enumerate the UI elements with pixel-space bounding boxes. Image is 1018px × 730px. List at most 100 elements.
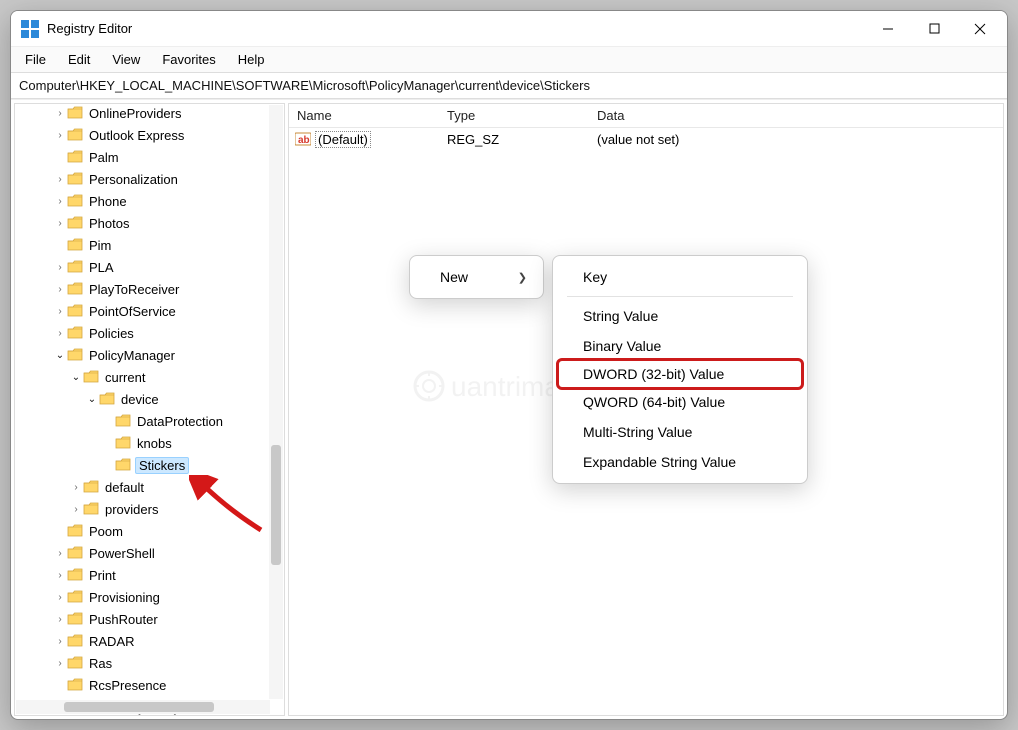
tree-item-poom[interactable]: Poom [17,520,282,542]
tree-item-pointofservice[interactable]: ›PointOfService [17,300,282,322]
tree-item-powershell[interactable]: › PowerShell [17,542,282,564]
chevron-right-icon[interactable]: › [53,570,67,581]
tree-item-print[interactable]: ›Print [17,564,282,586]
tree-list: ›OnlineProviders›Outlook ExpressPalm›Per… [15,103,284,716]
ctx-dword-value[interactable]: DWORD (32-bit) Value [556,358,804,390]
chevron-down-icon[interactable]: ⌄ [53,350,67,361]
tree-item-current[interactable]: ⌄current [17,366,282,388]
chevron-right-icon[interactable]: › [53,548,67,559]
tree-item-palm[interactable]: Palm [17,146,282,168]
chevron-right-icon[interactable]: › [69,482,83,493]
ctx-binary-value[interactable]: Binary Value [559,331,801,361]
ctx-string-value[interactable]: String Value [559,301,801,331]
value-data: (value not set) [589,132,1003,147]
menu-view[interactable]: View [102,49,150,70]
chevron-right-icon[interactable]: › [53,636,67,647]
chevron-right-icon[interactable]: › [53,108,67,119]
tree-vscroll-thumb[interactable] [271,445,281,565]
tree-item-label: RcsPresence [87,677,168,694]
chevron-down-icon[interactable]: ⌄ [69,372,83,383]
col-name[interactable]: Name [289,108,439,123]
tree-item-default[interactable]: ›default [17,476,282,498]
maximize-button[interactable] [911,13,957,45]
tree-item-providers[interactable]: ›providers [17,498,282,520]
menu-file[interactable]: File [15,49,56,70]
tree-item-pushrouter[interactable]: ›PushRouter [17,608,282,630]
tree-item-provisioning[interactable]: ›Provisioning [17,586,282,608]
folder-icon [115,414,131,428]
ctx-new[interactable]: New ❯ [416,262,537,292]
tree-item-label: PLA [87,259,116,276]
chevron-right-icon[interactable]: › [53,328,67,339]
tree-item-ras[interactable]: › Ras [17,652,282,674]
tree-item-label: PowerShell [87,545,157,562]
tree-item-phone[interactable]: ›Phone [17,190,282,212]
folder-icon [67,194,83,208]
chevron-right-icon[interactable]: › [53,592,67,603]
tree-vscroll[interactable] [269,105,283,699]
tree-item-rcspresence[interactable]: RcsPresence [17,674,282,696]
chevron-right-icon[interactable]: › [53,306,67,317]
tree-item-dataprotection[interactable]: DataProtection [17,410,282,432]
menu-help[interactable]: Help [228,49,275,70]
ctx-separator [567,296,793,297]
tree-item-knobs[interactable]: knobs [17,432,282,454]
folder-icon [67,590,83,604]
tree-item-label: PlayToReceiver [87,281,181,298]
menu-bar: File Edit View Favorites Help [11,47,1007,73]
tree-item-radar[interactable]: ›RADAR [17,630,282,652]
col-type[interactable]: Type [439,108,589,123]
ctx-key[interactable]: Key [559,262,801,292]
column-headers[interactable]: Name Type Data [289,104,1003,128]
tree-item-pim[interactable]: Pim [17,234,282,256]
value-name-cell: ab (Default) [289,131,439,148]
context-menu-main: New ❯ [409,255,544,299]
folder-icon [99,392,115,406]
context-submenu-new: Key String Value Binary Value DWORD (32-… [552,255,808,484]
chevron-right-icon[interactable]: › [53,218,67,229]
tree-item-device[interactable]: ⌄ device [17,388,282,410]
folder-icon [67,150,83,164]
tree-item-policies[interactable]: ›Policies [17,322,282,344]
col-data[interactable]: Data [589,108,1003,123]
address-bar[interactable]: Computer\HKEY_LOCAL_MACHINE\SOFTWARE\Mic… [11,73,1007,99]
tree-item-playtoreceiver[interactable]: › PlayToReceiver [17,278,282,300]
tree-item-label: device [119,391,161,408]
chevron-right-icon[interactable]: › [53,262,67,273]
folder-icon [67,568,83,582]
minimize-button[interactable] [865,13,911,45]
chevron-right-icon[interactable]: › [53,130,67,141]
menu-edit[interactable]: Edit [58,49,100,70]
tree-item-pla[interactable]: › PLA [17,256,282,278]
tree-hscroll-thumb[interactable] [64,702,214,712]
value-row-default[interactable]: ab (Default) REG_SZ (value not set) [289,128,1003,150]
chevron-right-icon[interactable]: › [53,284,67,295]
tree-item-policymanager[interactable]: ⌄PolicyManager [17,344,282,366]
chevron-right-icon[interactable]: › [53,614,67,625]
title-bar[interactable]: Registry Editor [11,11,1007,47]
tree-item-label: Poom [87,523,125,540]
folder-icon [83,370,99,384]
chevron-right-icon[interactable]: › [69,504,83,515]
chevron-right-icon[interactable]: › [53,174,67,185]
app-icon [21,20,39,38]
window-title: Registry Editor [47,21,865,36]
folder-icon [67,106,83,120]
ctx-expandable-string-value[interactable]: Expandable String Value [559,447,801,477]
chevron-right-icon[interactable]: › [53,658,67,669]
ctx-multi-string-value[interactable]: Multi-String Value [559,417,801,447]
ctx-qword-value[interactable]: QWORD (64-bit) Value [559,387,801,417]
tree-hscroll[interactable] [16,700,270,714]
menu-favorites[interactable]: Favorites [152,49,225,70]
tree-item-onlineproviders[interactable]: ›OnlineProviders [17,103,282,124]
tree-panel[interactable]: ›OnlineProviders›Outlook ExpressPalm›Per… [14,103,285,716]
folder-icon [83,502,99,516]
tree-item-stickers[interactable]: Stickers [17,454,282,476]
tree-item-label: Ras [87,655,114,672]
chevron-right-icon[interactable]: › [53,196,67,207]
chevron-down-icon[interactable]: ⌄ [85,394,99,405]
close-button[interactable] [957,13,1003,45]
tree-item-photos[interactable]: ›Photos [17,212,282,234]
tree-item-personalization[interactable]: ›Personalization [17,168,282,190]
tree-item-outlook-express[interactable]: ›Outlook Express [17,124,282,146]
